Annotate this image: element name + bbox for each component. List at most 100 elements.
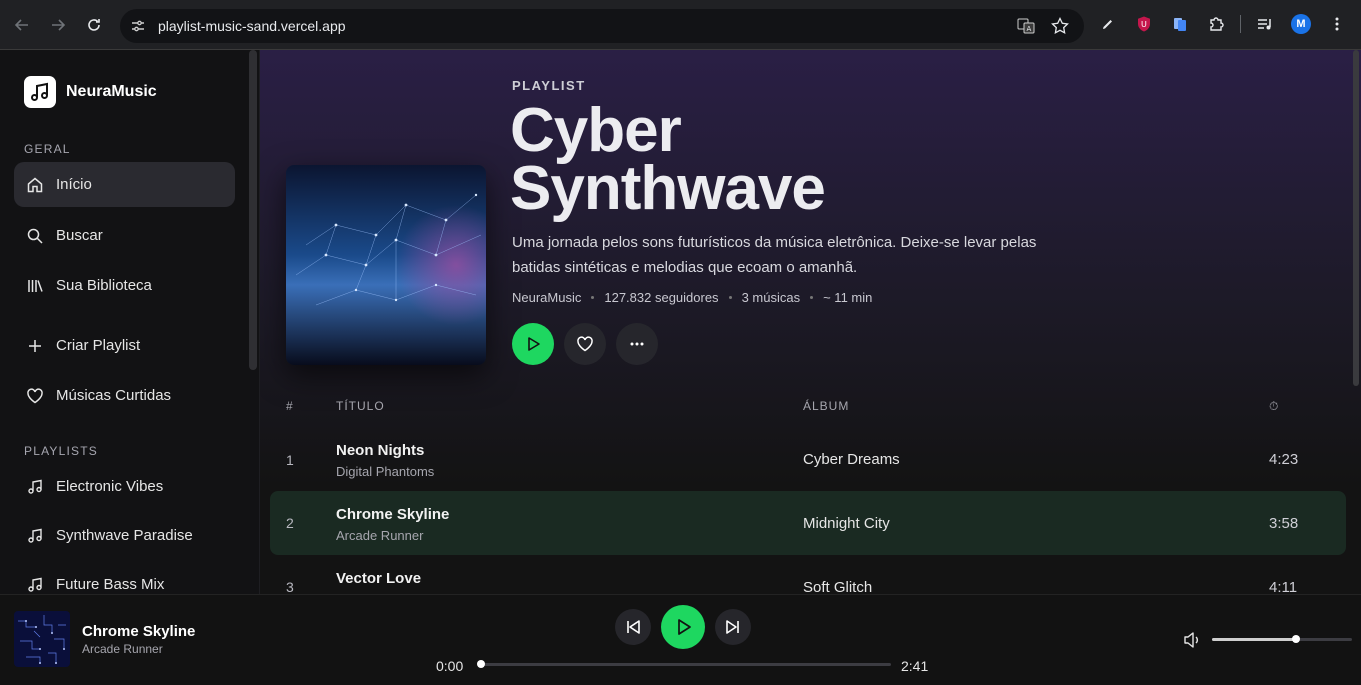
music-note-icon [26, 576, 44, 594]
pen-extension-icon[interactable] [1096, 12, 1120, 36]
sidebar-item-musicas-curtidas[interactable]: Músicas Curtidas [14, 373, 235, 418]
track-number: 2 [286, 515, 294, 531]
play-icon [678, 619, 691, 635]
section-label-playlists: PLAYLISTS [24, 444, 98, 458]
playlist-description: Uma jornada pelos sons futurísticos da m… [512, 234, 1037, 276]
volume-slider[interactable] [1212, 635, 1352, 643]
sidebar-playlist-future-bass-mix[interactable]: Future Bass Mix [14, 562, 235, 594]
track-number: 1 [286, 452, 294, 468]
track-artist[interactable]: Digital Phantoms [336, 464, 434, 479]
sidebar-item-criar-playlist[interactable]: Criar Playlist [14, 323, 235, 368]
sidebar-item-label: Electronic Vibes [56, 478, 164, 495]
sidebar-item-label: Criar Playlist [56, 337, 141, 354]
playlist-track-count: 3 músicas [741, 290, 801, 305]
bookmark-star-icon[interactable] [1050, 16, 1070, 36]
sidebar-item-inicio[interactable]: Início [14, 162, 235, 207]
playlist-cover-image [286, 165, 486, 365]
meta-separator [810, 296, 814, 299]
ublock-extension-icon[interactable]: U [1132, 12, 1156, 36]
track-duration: 4:23 [1269, 451, 1299, 468]
track-row[interactable]: 1 Neon Nights Digital Phantoms Cyber Dre… [270, 428, 1346, 492]
more-options-button[interactable] [616, 323, 658, 365]
site-settings-icon[interactable] [130, 18, 146, 34]
address-bar[interactable]: playlist-music-sand.vercel.app A [120, 9, 1084, 43]
brand-logo[interactable]: NeuraMusic [24, 76, 157, 108]
sidebar-item-label: Future Bass Mix [56, 576, 165, 593]
track-title: Chrome Skyline [336, 506, 450, 523]
home-icon [26, 176, 44, 194]
sidebar-scrollbar[interactable] [249, 50, 257, 370]
svg-text:U: U [1141, 20, 1147, 29]
meta-separator [591, 296, 595, 299]
column-header-album: ÁLBUM [803, 399, 850, 413]
like-playlist-button[interactable] [564, 323, 606, 365]
track-duration: 3:58 [1269, 515, 1299, 532]
playlist-title: Cyber Synthwave [510, 96, 826, 223]
previous-track-button[interactable] [615, 609, 651, 645]
sidebar-item-buscar[interactable]: Buscar [14, 213, 235, 258]
now-playing-title[interactable]: Chrome Skyline [82, 623, 195, 640]
docs-extension-icon[interactable] [1168, 12, 1192, 36]
next-track-button[interactable] [715, 609, 751, 645]
current-time: 0:00 [436, 658, 464, 674]
svg-text:A: A [1027, 25, 1032, 33]
music-note-icon [26, 527, 44, 545]
browser-menu-icon[interactable] [1325, 12, 1349, 36]
playlist-owner[interactable]: NeuraMusic [512, 290, 581, 305]
translate-icon[interactable]: A [1016, 16, 1036, 36]
reload-icon[interactable] [80, 11, 108, 39]
extensions-puzzle-icon[interactable] [1204, 12, 1228, 36]
column-header-duration-clock-icon: ⏱ [1269, 399, 1280, 413]
sidebar: NeuraMusic GERAL Início Buscar Sua Bibli… [0, 50, 260, 594]
play-playlist-button[interactable] [512, 323, 554, 365]
playlist-actions [512, 323, 658, 365]
brand-name: NeuraMusic [66, 83, 157, 100]
seek-bar[interactable] [477, 660, 891, 668]
browser-nav [8, 11, 108, 39]
now-playing-artist[interactable]: Arcade Runner [82, 642, 163, 656]
url-text: playlist-music-sand.vercel.app [158, 18, 346, 34]
toolbar-separator [1240, 15, 1241, 33]
track-row-active[interactable]: 2 Chrome Skyline Arcade Runner Midnight … [270, 491, 1346, 555]
main-content: PLAYLIST Cyber Synthwave Uma jornada pel… [260, 50, 1361, 594]
main-scrollbar[interactable] [1353, 50, 1359, 386]
sidebar-item-biblioteca[interactable]: Sua Biblioteca [14, 263, 235, 308]
search-icon [26, 227, 44, 245]
volume-icon[interactable] [1183, 631, 1203, 649]
column-header-number: # [286, 399, 294, 413]
heart-icon [577, 336, 593, 352]
seek-bar-handle[interactable] [477, 660, 485, 668]
play-icon [528, 337, 540, 351]
forward-icon[interactable] [44, 11, 72, 39]
music-logo-icon [24, 76, 56, 108]
track-album[interactable]: Midnight City [803, 515, 890, 532]
track-album[interactable]: Cyber Dreams [803, 451, 900, 468]
volume-slider-fill [1212, 638, 1296, 641]
skip-forward-icon [726, 620, 739, 634]
media-control-icon[interactable] [1253, 12, 1277, 36]
plus-icon [26, 337, 44, 355]
column-header-title: TÍTULO [336, 399, 385, 413]
volume-slider-handle[interactable] [1292, 635, 1300, 643]
sidebar-playlist-synthwave-paradise[interactable]: Synthwave Paradise [14, 513, 235, 558]
sidebar-item-label: Sua Biblioteca [56, 277, 152, 294]
profile-avatar[interactable]: M [1289, 12, 1313, 36]
sidebar-playlist-electronic-vibes[interactable]: Electronic Vibes [14, 464, 235, 509]
profile-initial: M [1291, 14, 1311, 34]
sidebar-item-label: Buscar [56, 227, 103, 244]
sidebar-item-label: Músicas Curtidas [56, 387, 172, 404]
track-duration: 4:11 [1269, 579, 1298, 594]
track-artist[interactable]: Arcade Runner [336, 528, 423, 543]
playlist-followers: 127.832 seguidores [604, 290, 719, 305]
track-title: Neon Nights [336, 442, 425, 459]
more-horizontal-icon [630, 342, 644, 346]
browser-chrome: playlist-music-sand.vercel.app A U M [0, 0, 1361, 50]
skip-back-icon [627, 620, 640, 634]
track-number: 3 [286, 579, 294, 594]
back-icon[interactable] [8, 11, 36, 39]
play-pause-button[interactable] [661, 605, 705, 649]
playlist-duration: ~ 11 min [823, 290, 873, 305]
track-row[interactable]: 3 Vector Love Soft Glitch 4:11 [270, 555, 1346, 594]
music-note-icon [26, 478, 44, 496]
track-album[interactable]: Soft Glitch [803, 579, 872, 594]
